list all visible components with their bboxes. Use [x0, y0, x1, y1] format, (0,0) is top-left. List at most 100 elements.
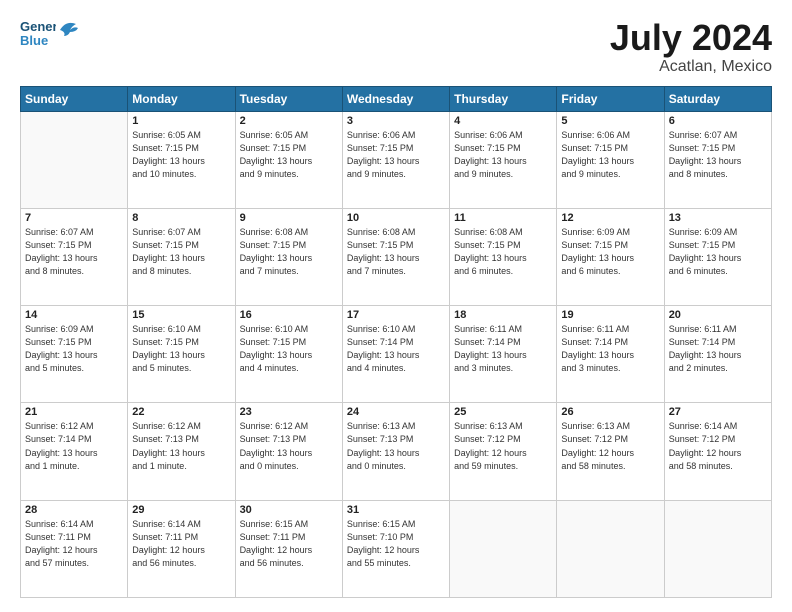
day-number: 19 — [561, 309, 659, 321]
day-number: 25 — [454, 406, 552, 418]
column-header-friday: Friday — [557, 86, 664, 111]
day-number: 13 — [669, 212, 767, 224]
title-block: July 2024 Acatlan, Mexico — [610, 18, 772, 76]
calendar-cell: 11Sunrise: 6:08 AM Sunset: 7:15 PM Dayli… — [450, 208, 557, 305]
day-number: 27 — [669, 406, 767, 418]
logo: General Blue — [20, 18, 80, 48]
calendar-cell: 7 Sunrise: 6:07 AM Sunset: 7:15 PM Daylig… — [21, 208, 128, 305]
calendar-cell: 4 Sunrise: 6:06 AM Sunset: 7:15 PM Daylig… — [450, 111, 557, 208]
day-number: 12 — [561, 212, 659, 224]
day-info: Sunrise: 6:09 AM Sunset: 7:15 PM Dayligh… — [561, 226, 659, 278]
day-info: Sunrise: 6:06 AM Sunset: 7:15 PM Dayligh… — [454, 129, 552, 181]
calendar-cell: 29Sunrise: 6:14 AM Sunset: 7:11 PM Dayli… — [128, 500, 235, 597]
day-info: Sunrise: 6:12 AM Sunset: 7:14 PM Dayligh… — [25, 420, 123, 472]
day-info: Sunrise: 6:10 AM Sunset: 7:15 PM Dayligh… — [132, 323, 230, 375]
column-header-wednesday: Wednesday — [342, 86, 449, 111]
day-number: 10 — [347, 212, 445, 224]
calendar-cell: 27 Sunrise: 6:14 AM Sunset: 7:12 PM Dayli… — [664, 403, 771, 500]
day-number: 5 — [561, 115, 659, 127]
day-info: Sunrise: 6:05 AM Sunset: 7:15 PM Dayligh… — [240, 129, 338, 181]
calendar-title: July 2024 — [610, 18, 772, 58]
calendar-header-row: SundayMondayTuesdayWednesdayThursdayFrid… — [21, 86, 772, 111]
column-header-monday: Monday — [128, 86, 235, 111]
day-number: 26 — [561, 406, 659, 418]
calendar-cell: 17 Sunrise: 6:10 AM Sunset: 7:14 PM Dayli… — [342, 306, 449, 403]
logo-svg: General Blue — [20, 18, 56, 48]
day-info: Sunrise: 6:10 AM Sunset: 7:14 PM Dayligh… — [347, 323, 445, 375]
day-number: 1 — [132, 115, 230, 127]
calendar-cell: 10 Sunrise: 6:08 AM Sunset: 7:15 PM Dayli… — [342, 208, 449, 305]
day-info: Sunrise: 6:15 AM Sunset: 7:10 PM Dayligh… — [347, 518, 445, 570]
day-info: Sunrise: 6:07 AM Sunset: 7:15 PM Dayligh… — [25, 226, 123, 278]
calendar-cell: 9 Sunrise: 6:08 AM Sunset: 7:15 PM Daylig… — [235, 208, 342, 305]
day-number: 30 — [240, 504, 338, 516]
day-number: 22 — [132, 406, 230, 418]
day-info: Sunrise: 6:06 AM Sunset: 7:15 PM Dayligh… — [347, 129, 445, 181]
day-info: Sunrise: 6:09 AM Sunset: 7:15 PM Dayligh… — [25, 323, 123, 375]
day-info: Sunrise: 6:08 AM Sunset: 7:15 PM Dayligh… — [347, 226, 445, 278]
calendar-week-5: 28 Sunrise: 6:14 AM Sunset: 7:11 PM Dayli… — [21, 500, 772, 597]
day-info: Sunrise: 6:11 AM Sunset: 7:14 PM Dayligh… — [454, 323, 552, 375]
calendar-cell: 31 Sunrise: 6:15 AM Sunset: 7:10 PM Dayli… — [342, 500, 449, 597]
day-number: 7 — [25, 212, 123, 224]
day-number: 9 — [240, 212, 338, 224]
page: General Blue July 2024 Acatlan, Mexico S… — [0, 0, 792, 612]
calendar-cell: 2 Sunrise: 6:05 AM Sunset: 7:15 PM Daylig… — [235, 111, 342, 208]
day-number: 3 — [347, 115, 445, 127]
column-header-tuesday: Tuesday — [235, 86, 342, 111]
calendar-cell — [450, 500, 557, 597]
day-info: Sunrise: 6:09 AM Sunset: 7:15 PM Dayligh… — [669, 226, 767, 278]
calendar-cell: 12 Sunrise: 6:09 AM Sunset: 7:15 PM Dayli… — [557, 208, 664, 305]
calendar-cell: 25 Sunrise: 6:13 AM Sunset: 7:12 PM Dayli… — [450, 403, 557, 500]
day-info: Sunrise: 6:10 AM Sunset: 7:15 PM Dayligh… — [240, 323, 338, 375]
day-info: Sunrise: 6:14 AM Sunset: 7:11 PM Dayligh… — [132, 518, 230, 570]
calendar-cell: 30 Sunrise: 6:15 AM Sunset: 7:11 PM Dayli… — [235, 500, 342, 597]
day-info: Sunrise: 6:06 AM Sunset: 7:15 PM Dayligh… — [561, 129, 659, 181]
day-info: Sunrise: 6:13 AM Sunset: 7:12 PM Dayligh… — [454, 420, 552, 472]
day-info: Sunrise: 6:13 AM Sunset: 7:12 PM Dayligh… — [561, 420, 659, 472]
day-number: 15 — [132, 309, 230, 321]
day-number: 16 — [240, 309, 338, 321]
day-number: 31 — [347, 504, 445, 516]
header: General Blue July 2024 Acatlan, Mexico — [20, 18, 772, 76]
day-number: 2 — [240, 115, 338, 127]
column-header-sunday: Sunday — [21, 86, 128, 111]
calendar-cell: 13 Sunrise: 6:09 AM Sunset: 7:15 PM Dayli… — [664, 208, 771, 305]
day-info: Sunrise: 6:05 AM Sunset: 7:15 PM Dayligh… — [132, 129, 230, 181]
calendar-week-2: 7 Sunrise: 6:07 AM Sunset: 7:15 PM Daylig… — [21, 208, 772, 305]
day-number: 21 — [25, 406, 123, 418]
day-info: Sunrise: 6:14 AM Sunset: 7:11 PM Dayligh… — [25, 518, 123, 570]
day-info: Sunrise: 6:08 AM Sunset: 7:15 PM Dayligh… — [240, 226, 338, 278]
calendar-cell: 24Sunrise: 6:13 AM Sunset: 7:13 PM Dayli… — [342, 403, 449, 500]
logo-bird-svg — [58, 18, 80, 40]
calendar-table: SundayMondayTuesdayWednesdayThursdayFrid… — [20, 86, 772, 598]
day-info: Sunrise: 6:14 AM Sunset: 7:12 PM Dayligh… — [669, 420, 767, 472]
calendar-cell: 14 Sunrise: 6:09 AM Sunset: 7:15 PM Dayli… — [21, 306, 128, 403]
calendar-week-1: 1 Sunrise: 6:05 AM Sunset: 7:15 PM Daylig… — [21, 111, 772, 208]
day-number: 20 — [669, 309, 767, 321]
day-number: 14 — [25, 309, 123, 321]
day-number: 6 — [669, 115, 767, 127]
calendar-cell: 20Sunrise: 6:11 AM Sunset: 7:14 PM Dayli… — [664, 306, 771, 403]
calendar-cell: 15 Sunrise: 6:10 AM Sunset: 7:15 PM Dayli… — [128, 306, 235, 403]
calendar-cell: 26 Sunrise: 6:13 AM Sunset: 7:12 PM Dayli… — [557, 403, 664, 500]
day-number: 4 — [454, 115, 552, 127]
day-info: Sunrise: 6:12 AM Sunset: 7:13 PM Dayligh… — [132, 420, 230, 472]
calendar-cell: 1 Sunrise: 6:05 AM Sunset: 7:15 PM Daylig… — [128, 111, 235, 208]
svg-text:Blue: Blue — [20, 33, 48, 48]
calendar-cell: 28 Sunrise: 6:14 AM Sunset: 7:11 PM Dayli… — [21, 500, 128, 597]
day-info: Sunrise: 6:07 AM Sunset: 7:15 PM Dayligh… — [669, 129, 767, 181]
calendar-cell: 19 Sunrise: 6:11 AM Sunset: 7:14 PM Dayli… — [557, 306, 664, 403]
day-number: 17 — [347, 309, 445, 321]
calendar-cell: 8Sunrise: 6:07 AM Sunset: 7:15 PM Daylig… — [128, 208, 235, 305]
day-number: 28 — [25, 504, 123, 516]
calendar-cell — [664, 500, 771, 597]
day-info: Sunrise: 6:15 AM Sunset: 7:11 PM Dayligh… — [240, 518, 338, 570]
day-number: 11 — [454, 212, 552, 224]
day-info: Sunrise: 6:07 AM Sunset: 7:15 PM Dayligh… — [132, 226, 230, 278]
calendar-week-4: 21 Sunrise: 6:12 AM Sunset: 7:14 PM Dayli… — [21, 403, 772, 500]
day-info: Sunrise: 6:13 AM Sunset: 7:13 PM Dayligh… — [347, 420, 445, 472]
calendar-cell — [21, 111, 128, 208]
day-info: Sunrise: 6:11 AM Sunset: 7:14 PM Dayligh… — [561, 323, 659, 375]
calendar-cell: 3 Sunrise: 6:06 AM Sunset: 7:15 PM Daylig… — [342, 111, 449, 208]
